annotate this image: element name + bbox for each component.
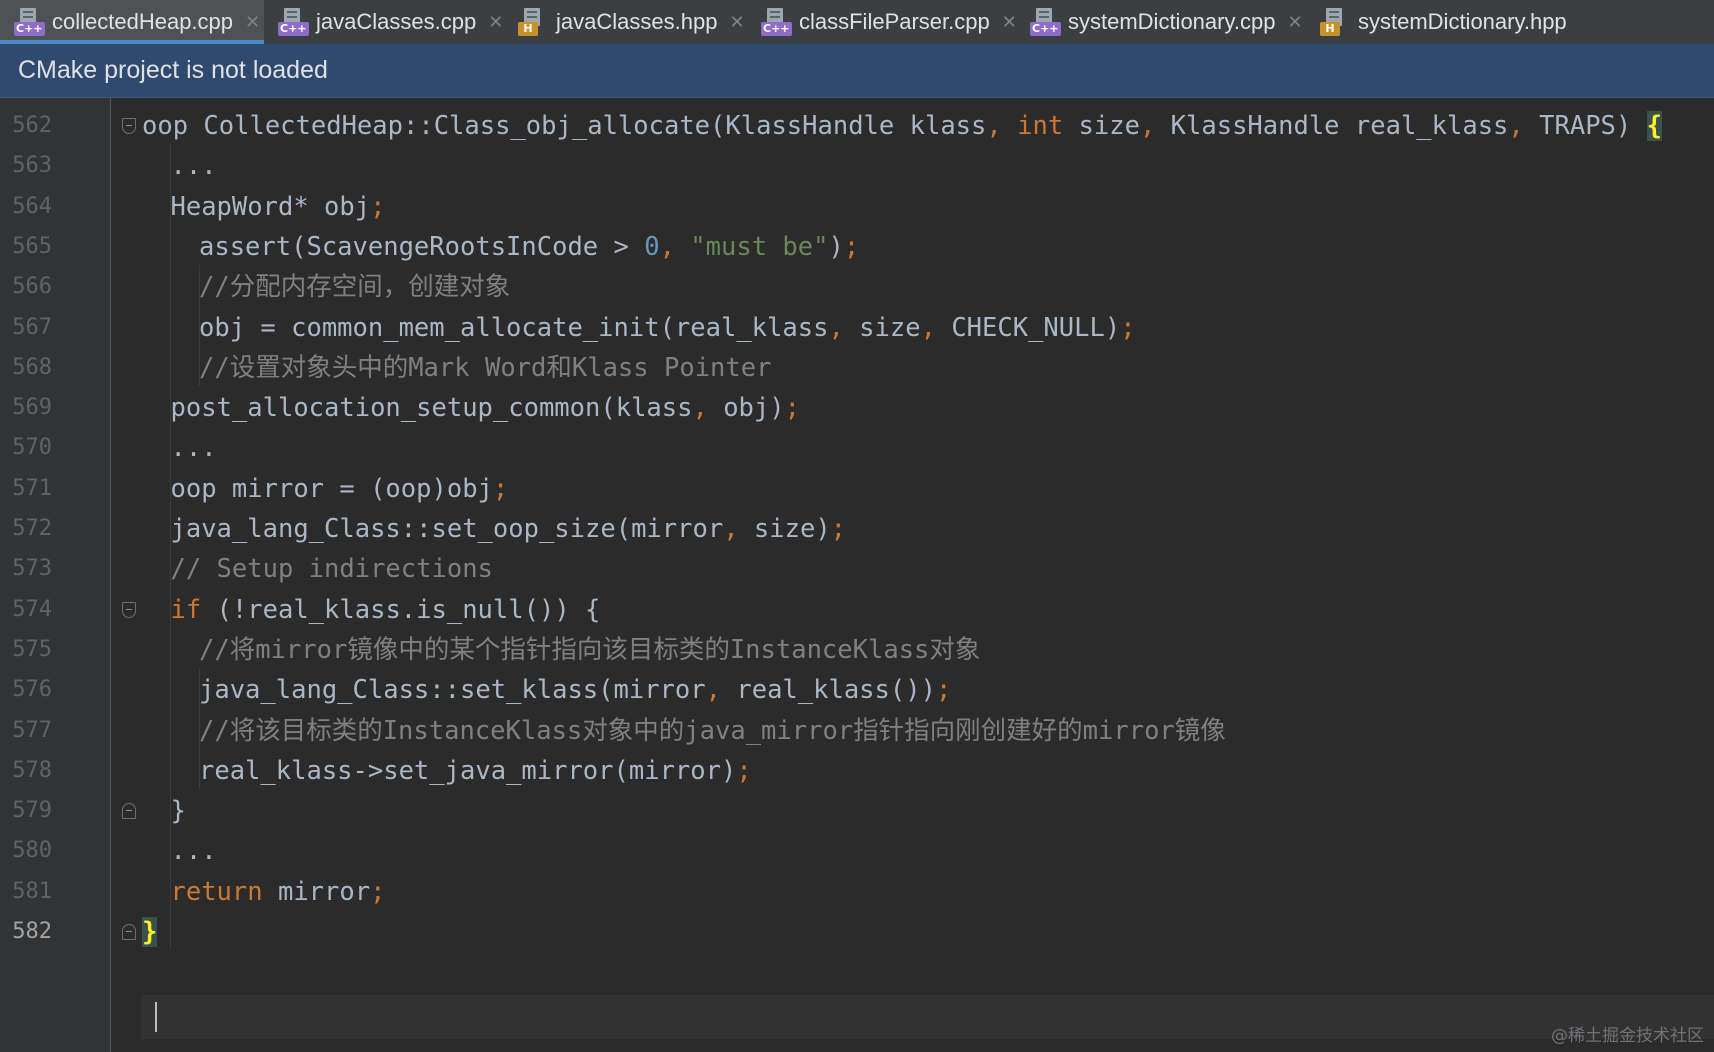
code-line: oop mirror = (oop)obj;: [170, 473, 509, 504]
gutter-divider: [110, 98, 111, 1052]
close-tab-icon[interactable]: ✕: [245, 12, 260, 33]
code-line: //分配内存空间，创建对象: [199, 272, 511, 303]
fold-end-icon[interactable]: [122, 924, 136, 940]
tab-label: javaClasses.hpp: [556, 9, 718, 34]
line-number: 577: [12, 717, 52, 743]
line-number: 569: [12, 395, 52, 421]
fold-collapse-icon[interactable]: [122, 118, 136, 134]
line-number: 575: [12, 636, 52, 662]
line-number: 570: [12, 435, 52, 461]
code-line: real_klass->set_java_mirror(mirror);: [199, 755, 752, 786]
line-number: 565: [12, 233, 52, 259]
code-line: // Setup indirections: [170, 554, 493, 585]
code-line: return mirror;: [170, 876, 386, 907]
line-number: 567: [12, 314, 52, 340]
line-number: 563: [12, 153, 52, 179]
watermark: @稀土掘金技术社区: [1551, 1026, 1704, 1046]
code-line: obj = common_mem_allocate_init(real_klas…: [199, 312, 1136, 343]
cpp-file-icon: C++: [278, 8, 309, 36]
tab-javaClasses-cpp[interactable]: C++ javaClasses.cpp ✕: [264, 0, 504, 44]
code-line: }: [170, 796, 186, 827]
line-number: 573: [12, 556, 52, 582]
tab-javaClasses-hpp[interactable]: HjavaClasses.hpp ✕: [504, 0, 747, 44]
line-number: 574: [12, 596, 52, 622]
fold-collapse-icon[interactable]: [122, 601, 136, 618]
tab-label: systemDictionary.cpp: [1068, 9, 1276, 34]
editor-tab-bar: C++ collectedHeap.cpp ✕ C++ javaClasses.cpp ✕…: [0, 0, 1714, 44]
tab-systemDictionary-hpp[interactable]: HsystemDictionary.hpp: [1306, 0, 1606, 44]
tab-label: classFileParser.cpp: [799, 9, 990, 34]
text-caret: [155, 1002, 157, 1032]
fold-column: [111, 98, 141, 1052]
fold-end-icon[interactable]: [122, 803, 136, 820]
code-line: ...: [170, 151, 217, 182]
code-line: }: [142, 917, 158, 947]
line-number: 571: [12, 475, 52, 501]
tab-systemDictionary-cpp[interactable]: C++ systemDictionary.cpp ✕: [1016, 0, 1306, 44]
line-number: 576: [12, 677, 52, 703]
close-tab-icon[interactable]: ✕: [1287, 12, 1302, 33]
cmake-notification-banner: CMake project is not loaded: [0, 44, 1714, 98]
cmake-banner-text: CMake project is not loaded: [18, 56, 328, 84]
close-tab-icon[interactable]: ✕: [729, 12, 744, 33]
indent-guide: [198, 668, 200, 790]
indent-guide: [198, 265, 200, 387]
tab-label: javaClasses.cpp: [316, 9, 477, 34]
cpp-file-icon: C++: [761, 8, 792, 36]
line-number: 568: [12, 354, 52, 380]
code-line: java_lang_Class::set_oop_size(mirror, si…: [170, 514, 847, 544]
line-number: 582: [12, 919, 52, 944]
code-line: assert(ScavengeRootsInCode > 0, "must be…: [199, 231, 860, 262]
code-line: ...: [170, 836, 217, 867]
line-number: 578: [12, 757, 52, 783]
line-number: 580: [12, 838, 52, 864]
code-line: //将mirror镜像中的某个指针指向该目标类的InstanceKlass对象: [199, 634, 981, 665]
close-tab-icon[interactable]: ✕: [1002, 12, 1017, 33]
line-number: 562: [12, 113, 52, 138]
header-file-icon: H: [518, 8, 548, 36]
code-line: //设置对象头中的Mark Word和Klass Pointer: [199, 352, 772, 383]
code-line: oop CollectedHeap::Class_obj_allocate(Kl…: [142, 111, 1662, 141]
line-number: 572: [12, 516, 52, 541]
code-editor[interactable]: 562 oop CollectedHeap::Class_obj_allocate…: [0, 98, 1714, 1052]
code-line: java_lang_Class::set_klass(mirror, real_…: [199, 675, 952, 706]
tab-label: collectedHeap.cpp: [52, 9, 234, 34]
tab-label: systemDictionary.hpp: [1358, 9, 1567, 34]
indent-guide: [170, 144, 171, 951]
code-line: if (!real_klass.is_null()) {: [170, 594, 601, 625]
cpp-file-icon: C++: [1030, 8, 1061, 36]
current-line-highlight: [0, 995, 1714, 1039]
line-number: 566: [12, 274, 52, 300]
code-line: ...: [170, 433, 217, 464]
header-file-icon: H: [1320, 8, 1350, 36]
code-line: HeapWord* obj;: [170, 191, 386, 222]
tab-collectedHeap-cpp[interactable]: C++ collectedHeap.cpp ✕: [0, 0, 264, 44]
line-number: 581: [12, 878, 52, 904]
cpp-file-icon: C++: [14, 8, 45, 36]
line-number: 564: [12, 193, 52, 219]
tab-classFileParser-cpp[interactable]: C++ classFileParser.cpp ✕: [747, 0, 1017, 44]
close-tab-icon[interactable]: ✕: [488, 12, 503, 33]
code-line: //将该目标类的InstanceKlass对象中的java_mirror指针指向…: [199, 715, 1226, 746]
line-number: 579: [12, 798, 52, 824]
code-line: post_allocation_setup_common(klass, obj)…: [170, 393, 800, 424]
